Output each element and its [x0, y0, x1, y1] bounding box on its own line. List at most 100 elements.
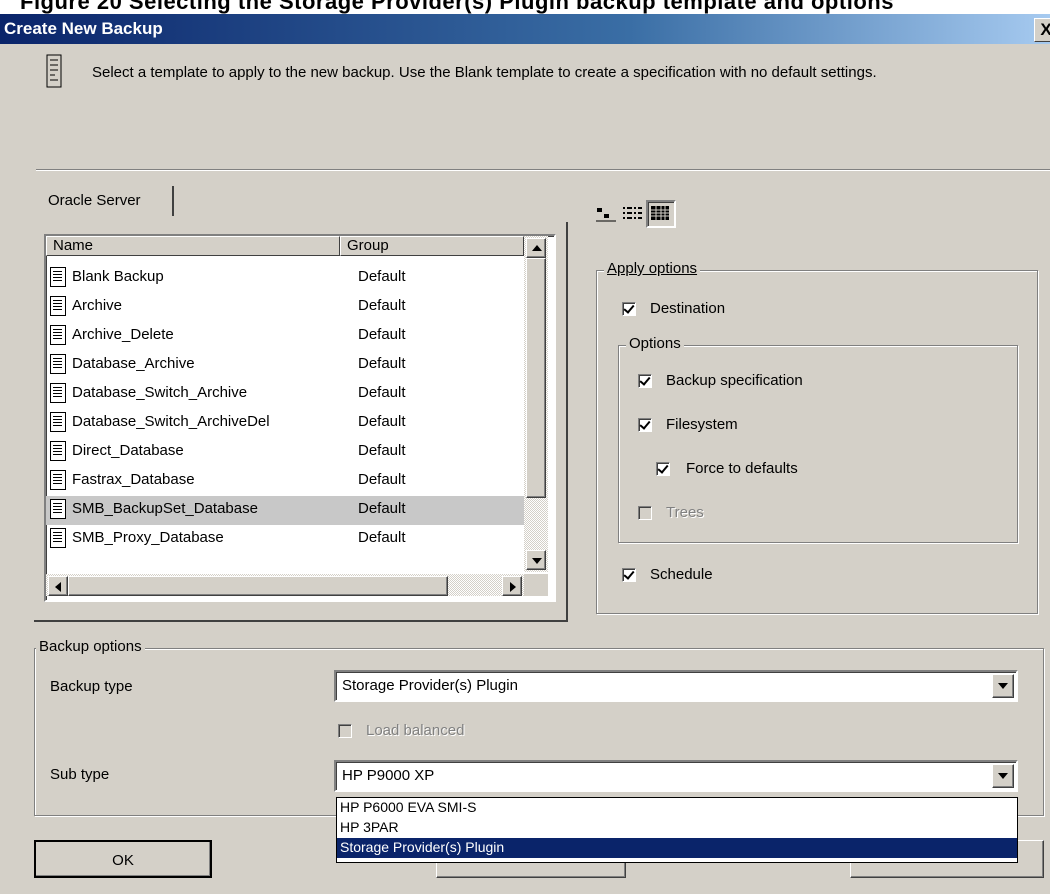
- window-title: Create New Backup: [4, 19, 163, 38]
- document-icon: [50, 354, 66, 374]
- list-item-name: Database_Archive: [72, 355, 195, 372]
- vertical-scroll-thumb[interactable]: [526, 258, 546, 498]
- list-item-group: Default: [358, 413, 406, 430]
- column-header-name[interactable]: Name: [46, 236, 340, 256]
- document-icon: [50, 325, 66, 345]
- scroll-left-button[interactable]: [48, 576, 68, 596]
- sub-type-value: HP P9000 XP: [342, 767, 435, 784]
- ok-button[interactable]: OK: [34, 840, 212, 878]
- list-item-name: Direct_Database: [72, 442, 184, 459]
- column-header-name-label: Name: [53, 237, 94, 254]
- list-item[interactable]: Blank Backup Default: [46, 264, 524, 293]
- document-icon: [50, 499, 66, 519]
- list-item-group: Default: [358, 384, 406, 401]
- large-icons-icon: [596, 208, 616, 222]
- list-icon: [623, 207, 642, 219]
- list-item-group: Default: [358, 471, 406, 488]
- details-icon: [651, 206, 669, 220]
- document-caption: Figure 20 Selecting the Storage Provider…: [20, 0, 894, 14]
- list-item-name: SMB_Proxy_Database: [72, 529, 224, 546]
- sub-type-option[interactable]: HP 3PAR: [337, 818, 1017, 838]
- backup-type-dropdown-button[interactable]: [992, 674, 1014, 698]
- document-icon: [50, 383, 66, 403]
- scroll-up-button[interactable]: [526, 238, 546, 258]
- list-item[interactable]: SMB_BackupSet_Database Default: [46, 496, 524, 525]
- filesystem-label: Filesystem: [666, 416, 738, 433]
- close-button[interactable]: X: [1034, 18, 1050, 42]
- list-item[interactable]: Fastrax_Database Default: [46, 467, 524, 496]
- list-item-group: Default: [358, 355, 406, 372]
- column-header-group-label: Group: [347, 237, 389, 254]
- sub-type-option-highlighted[interactable]: Storage Provider(s) Plugin: [337, 838, 1017, 858]
- force-to-defaults-label: Force to defaults: [686, 460, 798, 477]
- sub-type-dropdown-list[interactable]: HP P6000 EVA SMI-S HP 3PAR Storage Provi…: [336, 797, 1018, 863]
- load-balanced-checkbox[interactable]: [338, 724, 352, 738]
- arrow-down-icon: [532, 558, 542, 564]
- separator: [36, 169, 1050, 171]
- list-item-group: Default: [358, 297, 406, 314]
- large-icons-view-button[interactable]: [594, 202, 618, 226]
- sub-type-select[interactable]: HP P9000 XP: [334, 760, 1018, 792]
- schedule-checkbox[interactable]: [622, 568, 636, 582]
- sub-type-option[interactable]: HP P6000 EVA SMI-S: [337, 798, 1017, 818]
- list-item-name: Archive: [72, 297, 123, 314]
- options-legend: Options: [626, 335, 684, 352]
- list-item-group: Default: [358, 326, 406, 343]
- list-item[interactable]: SMB_Proxy_Database Default: [46, 525, 524, 554]
- arrow-up-icon: [532, 245, 542, 251]
- chevron-down-icon: [998, 683, 1008, 689]
- document-caption-strip: Figure 20 Selecting the Storage Provider…: [0, 0, 1050, 14]
- document-icon: [50, 441, 66, 461]
- list-item[interactable]: Direct_Database Default: [46, 438, 524, 467]
- backup-specification-checkbox[interactable]: [638, 374, 652, 388]
- destination-label: Destination: [650, 300, 726, 317]
- apply-options-legend: Apply options: [604, 260, 701, 277]
- backup-type-value: Storage Provider(s) Plugin: [342, 677, 518, 694]
- sub-type-dropdown-button[interactable]: [992, 764, 1014, 788]
- column-header-group[interactable]: Group: [340, 236, 524, 256]
- document-icon: [50, 470, 66, 490]
- list-view-button[interactable]: [620, 202, 644, 226]
- list-item-name: Fastrax_Database: [72, 471, 195, 488]
- force-to-defaults-checkbox[interactable]: [656, 462, 670, 476]
- scroll-right-button[interactable]: [502, 576, 522, 596]
- list-item-name: Archive_Delete: [72, 326, 174, 343]
- close-icon: X: [1040, 20, 1050, 39]
- list-item-name: Database_Switch_ArchiveDel: [72, 413, 270, 430]
- title-bar: Create New Backup X: [0, 14, 1050, 44]
- document-icon: [50, 528, 66, 548]
- tab-label: Oracle Server: [48, 192, 141, 209]
- backup-type-label: Backup type: [50, 678, 133, 695]
- document-icon: [50, 296, 66, 316]
- intro-text: Select a template to apply to the new ba…: [92, 64, 877, 81]
- tab-oracle-server[interactable]: Oracle Server: [42, 186, 174, 216]
- filesystem-checkbox[interactable]: [638, 418, 652, 432]
- list-item[interactable]: Archive_Delete Default: [46, 322, 524, 351]
- horizontal-scroll-thumb[interactable]: [68, 576, 448, 596]
- list-item-name: Database_Switch_Archive: [72, 384, 248, 401]
- load-balanced-label: Load balanced: [366, 722, 465, 739]
- template-list[interactable]: Name Group Blank Backup Default Archive Def…: [44, 234, 556, 602]
- list-item-group: Default: [358, 500, 406, 517]
- list-item[interactable]: Database_Archive Default: [46, 351, 524, 380]
- scroll-down-button[interactable]: [526, 550, 546, 570]
- arrow-left-icon: [55, 582, 61, 592]
- list-item-group: Default: [358, 268, 406, 285]
- backup-type-select[interactable]: Storage Provider(s) Plugin: [334, 670, 1018, 702]
- trees-label: Trees: [666, 504, 704, 521]
- list-item[interactable]: Database_Switch_Archive Default: [46, 380, 524, 409]
- ok-button-label: OK: [112, 852, 134, 869]
- list-item[interactable]: Database_Switch_ArchiveDel Default: [46, 409, 524, 438]
- document-icon: [50, 267, 66, 287]
- backup-specification-label: Backup specification: [666, 372, 803, 389]
- details-view-button[interactable]: [646, 200, 676, 228]
- list-item-group: Default: [358, 442, 406, 459]
- arrow-right-icon: [510, 582, 516, 592]
- sub-type-label: Sub type: [50, 766, 110, 783]
- list-item[interactable]: Archive Default: [46, 293, 524, 322]
- list-item-name: Blank Backup: [72, 268, 164, 285]
- destination-checkbox[interactable]: [622, 302, 636, 316]
- list-item-name: SMB_BackupSet_Database: [72, 500, 258, 517]
- list-item-group: Default: [358, 529, 406, 546]
- trees-checkbox[interactable]: [638, 506, 652, 520]
